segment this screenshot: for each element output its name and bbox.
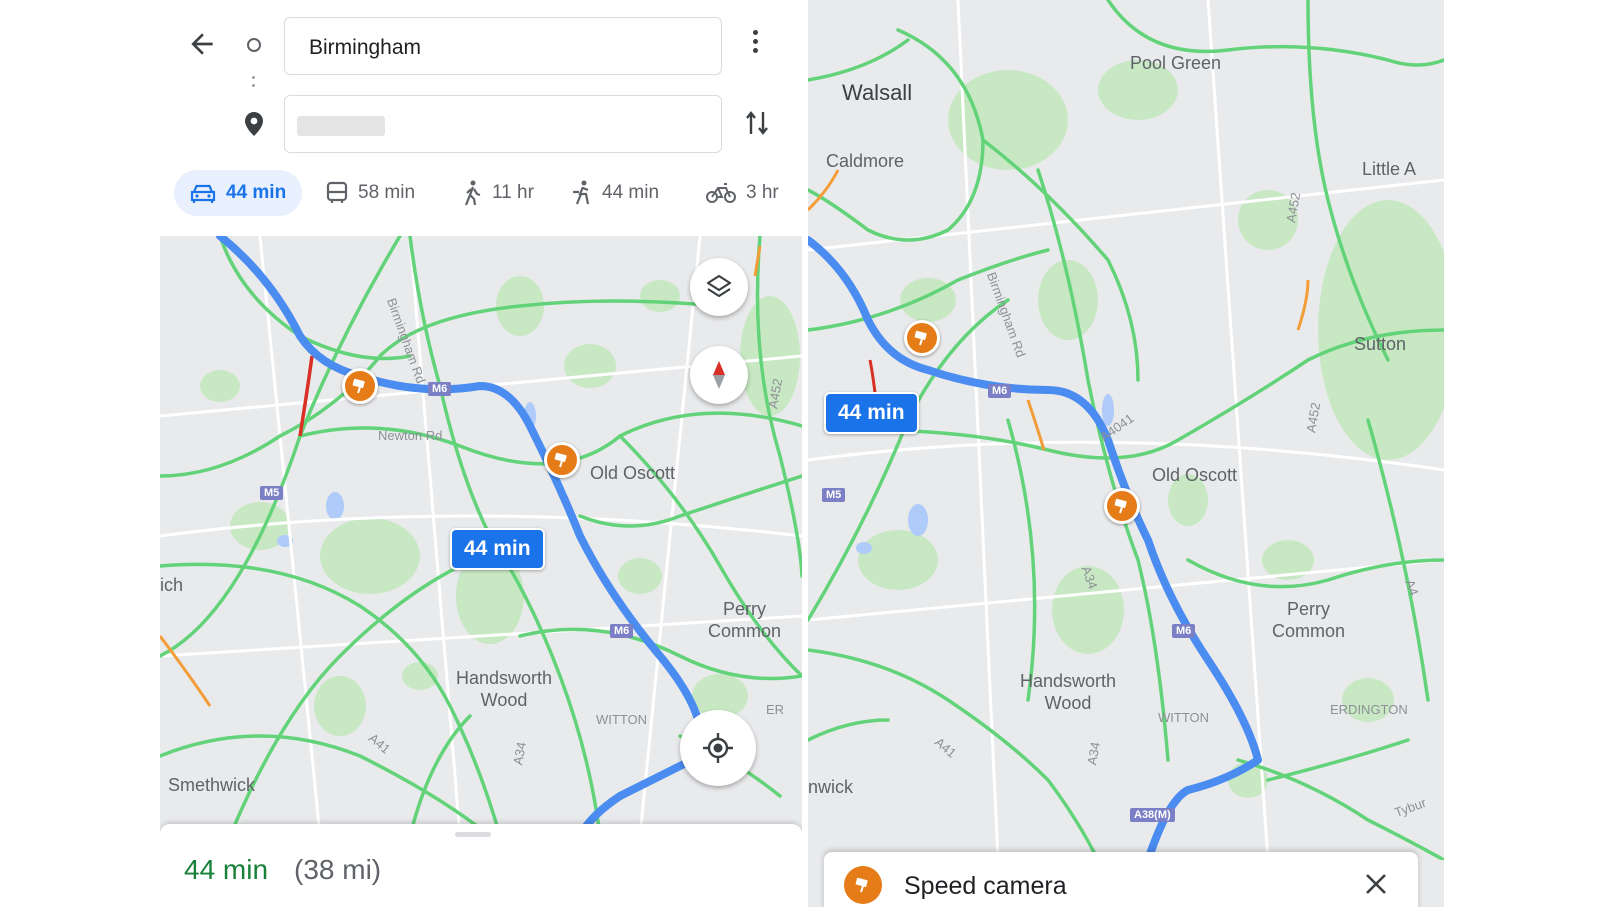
speed-camera-marker[interactable] — [342, 368, 378, 404]
destination-blurred-value — [297, 116, 385, 136]
road-label: Newton Rd — [378, 428, 443, 443]
map-view[interactable]: Walsall Pool Green Caldmore Little A Sut… — [808, 0, 1444, 860]
close-icon[interactable] — [1362, 870, 1390, 898]
district-label: ER — [766, 702, 785, 717]
district-label: WITTON — [596, 712, 648, 727]
mode-label: 3 hr — [746, 182, 779, 203]
place-label: Caldmore — [826, 151, 905, 171]
bike-icon — [706, 183, 736, 203]
swap-direction-icon[interactable] — [744, 108, 770, 138]
compass-icon — [713, 361, 725, 389]
mode-tab-walking[interactable]: 11 hr — [462, 170, 534, 216]
destination-pin-icon — [245, 112, 263, 136]
motorway-shield: M6 — [610, 624, 634, 638]
speed-camera-icon — [1114, 498, 1127, 514]
directions-panel-left: Birmingham 44 min 58 min 11 hr 44 min 3 … — [160, 0, 802, 907]
car-icon — [190, 184, 216, 203]
origin-circle-icon — [247, 38, 261, 52]
bus-icon — [326, 181, 348, 203]
more-options-icon[interactable] — [750, 30, 762, 60]
sheet-title: Speed camera — [904, 872, 1067, 900]
back-arrow-icon[interactable] — [186, 28, 218, 60]
place-label: Perry Common — [1272, 599, 1346, 641]
travel-mode-tabs: 44 min 58 min 11 hr 44 min 3 hr — [172, 170, 802, 218]
route-duration-bubble[interactable]: 44 min — [450, 528, 545, 570]
place-label: Handsworth Wood — [1020, 671, 1117, 713]
my-location-button[interactable] — [680, 710, 756, 786]
route-connector-dots — [252, 76, 256, 92]
route-distance: (38 mi) — [294, 854, 382, 885]
motorway-shield: M6 — [1172, 624, 1196, 638]
motorway-shield: M6 — [988, 384, 1012, 398]
speed-camera-marker[interactable] — [544, 442, 580, 478]
place-label: Handsworth Wood — [456, 668, 553, 710]
walk-icon — [464, 180, 481, 206]
route-duration-bubble[interactable]: 44 min — [824, 392, 919, 434]
directions-header: Birmingham 44 min 58 min 11 hr 44 min 3 … — [160, 0, 802, 236]
mode-label: 11 hr — [492, 182, 534, 203]
motorway-shield: A38(M) — [1130, 808, 1175, 822]
speed-camera-icon — [855, 877, 868, 893]
map-view[interactable]: Old Oscott Perry Common Handsworth Wood … — [160, 236, 802, 836]
place-label: Pool Green — [1130, 53, 1222, 73]
directions-panel-right: Walsall Pool Green Caldmore Little A Sut… — [808, 0, 1444, 907]
rideshare-icon — [573, 180, 590, 205]
origin-field[interactable]: Birmingham — [284, 17, 722, 75]
speed-camera-badge — [844, 866, 882, 904]
place-label: ich — [160, 575, 184, 595]
place-label: Perry Common — [708, 599, 782, 641]
speed-camera-icon — [914, 330, 927, 346]
place-label: Old Oscott — [1152, 465, 1238, 485]
destination-field[interactable] — [284, 95, 722, 153]
speed-camera-sheet[interactable]: Speed camera — [824, 852, 1418, 907]
layers-icon — [706, 274, 732, 298]
drag-handle[interactable] — [455, 832, 491, 837]
place-label: Little A — [1362, 159, 1417, 179]
layers-button[interactable] — [690, 258, 748, 316]
route-eta: 44 min — [184, 854, 269, 885]
mode-tab-rideshare[interactable]: 44 min — [570, 170, 659, 216]
speed-camera-marker[interactable] — [904, 320, 940, 356]
speed-camera-icon — [352, 378, 365, 394]
motorway-shield: M6 — [428, 382, 452, 396]
motorway-shield: M5 — [260, 486, 284, 500]
motorway-shield: M5 — [822, 488, 846, 502]
place-label: Sutton — [1354, 334, 1407, 354]
mode-label: 44 min — [602, 182, 660, 203]
mode-tab-transit[interactable]: 58 min — [326, 170, 415, 216]
compass-button[interactable] — [690, 346, 748, 404]
mode-label: 44 min — [226, 182, 287, 203]
place-label: Walsall — [842, 80, 913, 105]
district-label: WITTON — [1158, 710, 1210, 725]
my-location-icon — [703, 733, 733, 763]
speed-camera-icon — [554, 452, 567, 468]
place-label: Old Oscott — [590, 463, 676, 483]
speed-camera-marker[interactable] — [1104, 488, 1140, 524]
place-label: nwick — [808, 777, 854, 797]
mode-tab-driving[interactable]: 44 min — [174, 170, 303, 216]
mode-label: 58 min — [358, 182, 416, 203]
district-label: ERDINGTON — [1330, 702, 1408, 717]
place-label: Smethwick — [168, 775, 256, 795]
origin-value: Birmingham — [309, 36, 422, 59]
route-summary-sheet[interactable]: 44 min (38 mi) — [160, 824, 802, 907]
mode-tab-cycling[interactable]: 3 hr — [706, 170, 779, 216]
